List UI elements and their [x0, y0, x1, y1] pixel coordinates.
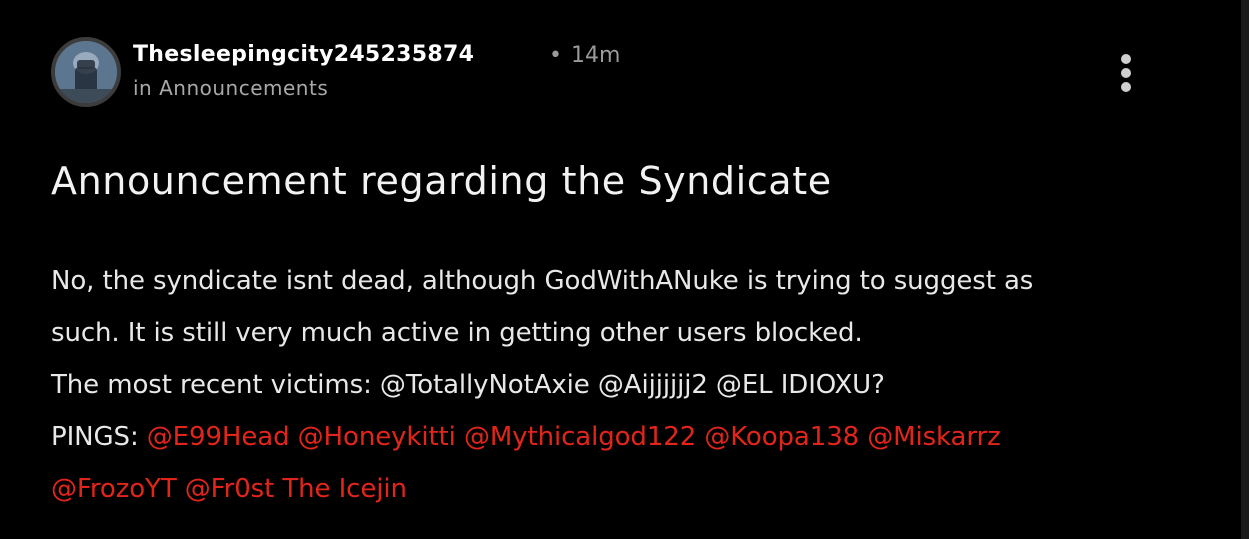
community-link[interactable]: in Announcements: [133, 76, 328, 100]
more-vertical-icon: [1121, 54, 1131, 64]
pings-label: PINGS:: [51, 422, 139, 452]
mention-link[interactable]: @E99Head: [147, 422, 290, 452]
mention-link[interactable]: @Koopa138: [704, 422, 859, 452]
author-username[interactable]: Thesleepingcity245235874: [133, 42, 474, 67]
post-title: Announcement regarding the Syndicate: [51, 159, 832, 203]
body-text-line: The most recent victims: @TotallyNotAxie…: [51, 370, 885, 400]
meta-separator: •: [549, 43, 562, 68]
more-options-button[interactable]: [1110, 52, 1142, 94]
mention-link[interactable]: @Mythicalgod122: [464, 422, 696, 452]
avatar-image: [55, 41, 117, 103]
post-body: No, the syndicate isnt dead, although Go…: [51, 255, 1211, 515]
mention-link[interactable]: @Miskarrz: [867, 422, 1001, 452]
scrollbar-track: [1241, 0, 1249, 539]
body-text-line: No, the syndicate isnt dead, although Go…: [51, 266, 1034, 296]
body-text-line: such. It is still very much active in ge…: [51, 318, 863, 348]
author-avatar[interactable]: [51, 37, 121, 107]
post-card: Thesleepingcity245235874 • 14m in Announc…: [0, 0, 1238, 539]
mention-link[interactable]: @Honeykitti: [298, 422, 456, 452]
mention-link[interactable]: @Fr0st The Icejin: [185, 474, 407, 504]
more-vertical-icon-dot: [1121, 68, 1131, 78]
mention-link[interactable]: @FrozoYT: [51, 474, 177, 504]
more-vertical-icon-dot: [1121, 82, 1131, 92]
post-timestamp: • 14m: [549, 43, 620, 68]
pings-line-continued: @FrozoYT @Fr0st The Icejin: [51, 463, 1211, 515]
pings-line: PINGS: @E99Head @Honeykitti @Mythicalgod…: [51, 411, 1211, 463]
time-ago: 14m: [570, 43, 621, 68]
